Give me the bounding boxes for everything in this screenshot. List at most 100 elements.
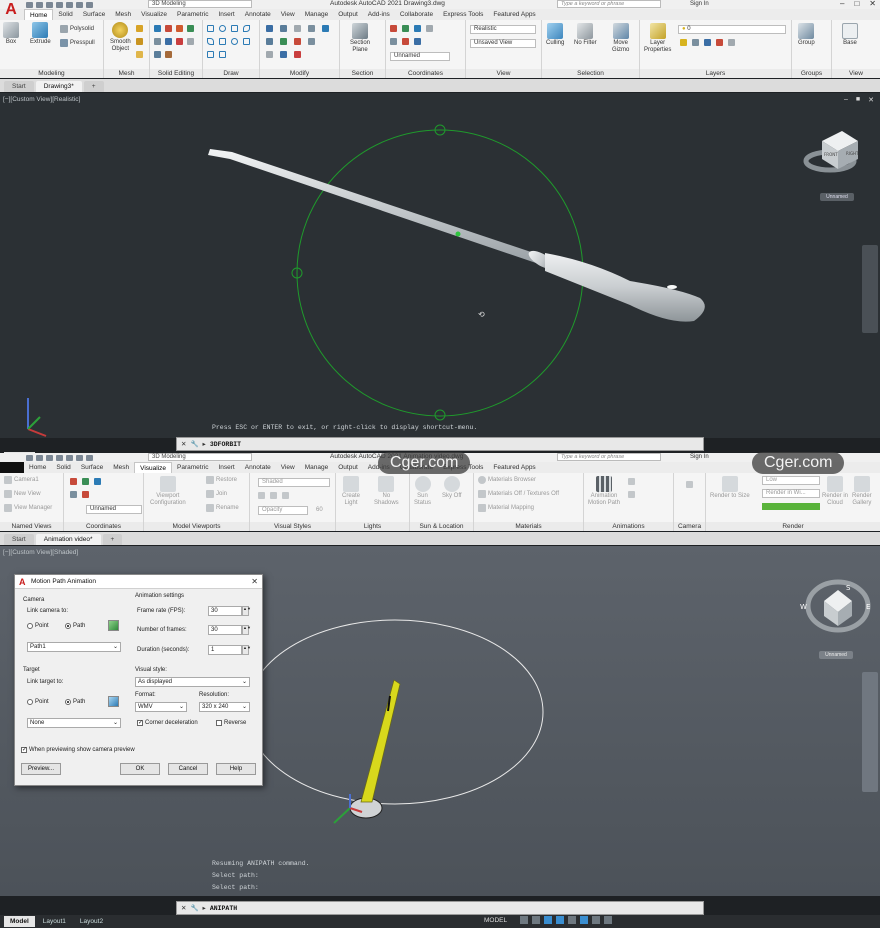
mesh-tool-icon[interactable] (136, 38, 143, 45)
workspace-dropdown[interactable]: 3D Modeling (148, 0, 252, 8)
autocad-logo-icon[interactable]: A (2, 0, 20, 20)
ucs-origin-icon[interactable] (402, 38, 409, 45)
tab-featured-apps[interactable]: Featured Apps (488, 462, 540, 473)
render-gallery-tool[interactable]: Render Gallery (852, 476, 872, 507)
resolution-select[interactable]: 320 x 240 ⌄ (199, 702, 250, 712)
frame-rate-input[interactable]: 30 (208, 606, 242, 616)
walk-icon[interactable] (628, 478, 635, 485)
layer-off-icon[interactable] (716, 39, 723, 46)
group-label-materials[interactable]: Materials (474, 522, 583, 531)
format-select[interactable]: WMV ⌄ (135, 702, 187, 712)
screwdriver-shaft[interactable] (208, 149, 540, 263)
ucs-icon[interactable] (390, 25, 397, 32)
align-icon[interactable] (294, 25, 301, 32)
stretch-icon[interactable] (266, 51, 273, 58)
new-tab-plus-icon[interactable]: + (83, 81, 104, 92)
group-label-section[interactable]: Section (340, 69, 385, 78)
group-label-draw[interactable]: Draw (203, 69, 259, 78)
tab-annotate[interactable]: Annotate (240, 9, 276, 20)
file-tab[interactable]: Start (4, 81, 34, 92)
fillet-edge-icon[interactable] (165, 51, 172, 58)
workspace-gear-icon[interactable] (604, 916, 612, 924)
shell-icon[interactable] (154, 51, 161, 58)
layer-dropdown[interactable]: ● 0 (678, 25, 786, 34)
render-quality-dropdown[interactable]: Low (762, 476, 820, 485)
layout-tab-layout1[interactable]: Layout1 (37, 916, 72, 927)
corner-deceleration-checkbox[interactable]: ✓ (137, 720, 143, 726)
ellipse-icon[interactable] (231, 38, 238, 45)
camera-object[interactable] (333, 679, 401, 824)
helix-icon[interactable] (219, 51, 226, 58)
tab-view[interactable]: View (276, 462, 300, 473)
camera-create-icon[interactable] (686, 481, 693, 488)
viewport-top[interactable]: [−][Custom View][Realistic] – ■ ✕ ⟲ FRON… (0, 93, 880, 438)
tab-mesh[interactable]: Mesh (110, 9, 136, 20)
circle-icon[interactable] (219, 25, 226, 32)
interfere-icon[interactable] (165, 38, 172, 45)
slice-icon[interactable] (187, 25, 194, 32)
new-icon[interactable] (26, 454, 33, 461)
command-settings-icon[interactable]: 🔧 (190, 440, 198, 448)
spline-icon[interactable] (219, 38, 226, 45)
ucs-world-icon[interactable] (402, 25, 409, 32)
animate-motion-path-tool[interactable]: Animation Motion Path (588, 476, 620, 507)
layer-isolate-icon[interactable] (692, 39, 699, 46)
ucs-x-icon[interactable] (414, 25, 421, 32)
command-close-icon[interactable]: ✕ (181, 440, 186, 448)
new-view-tool[interactable]: New View (4, 490, 41, 498)
target-pick-path-button[interactable] (108, 696, 119, 707)
visual-style-select[interactable]: As displayed ⌄ (135, 677, 250, 687)
presspull-tool[interactable]: Presspull (60, 39, 95, 47)
layer-properties-tool[interactable]: Layer Properties (644, 23, 671, 54)
tab-parametric[interactable]: Parametric (172, 462, 213, 473)
saved-view-dropdown[interactable]: Unsaved View (470, 39, 536, 48)
model-space-indicator[interactable]: MODEL (484, 917, 507, 924)
mirror-icon[interactable] (322, 25, 329, 32)
new-tab-plus-icon[interactable]: + (102, 534, 123, 545)
arc-icon[interactable] (243, 25, 250, 32)
navigation-bar[interactable] (862, 245, 878, 333)
sun-status-tool[interactable]: Sun Status (414, 476, 431, 507)
ucs-world-icon[interactable] (82, 478, 89, 485)
ucs-name-dropdown[interactable]: Unnamed (390, 52, 450, 61)
group-label-animations[interactable]: Animations (584, 522, 673, 531)
workspace-dropdown[interactable]: 3D Modeling (148, 453, 252, 461)
orbit-handle-bottom[interactable] (434, 409, 446, 421)
snap-icon[interactable] (532, 916, 540, 924)
smooth-object-tool[interactable]: Smooth Object (110, 22, 131, 53)
render-to-size-tool[interactable]: Render to Size (710, 476, 750, 500)
group-label-named-views[interactable]: Named Views (0, 522, 63, 531)
orbit-circle[interactable] (296, 129, 584, 417)
group-label-modify[interactable]: Modify (260, 69, 339, 78)
scale-icon[interactable] (308, 38, 315, 45)
sky-off-tool[interactable]: Sky Off (442, 476, 462, 500)
base-view-tool[interactable]: Base (842, 23, 858, 47)
polar-icon[interactable] (556, 916, 564, 924)
tab-featured-apps[interactable]: Featured Apps (488, 9, 540, 20)
group-label-visual-styles[interactable]: Visual Styles (250, 522, 335, 531)
dialog-close-icon[interactable]: ✕ (251, 577, 258, 586)
navigation-bar[interactable] (862, 672, 878, 792)
hatch-icon[interactable] (243, 38, 250, 45)
extrude-tool[interactable]: Extrude (30, 22, 51, 46)
array-icon[interactable] (308, 25, 315, 32)
tab-home[interactable]: Home (24, 462, 51, 473)
group-tool[interactable]: Group (798, 23, 815, 47)
num-frames-spinner[interactable]: ▲▼ (242, 625, 251, 635)
maximize-icon[interactable]: □ (854, 0, 859, 8)
print-icon[interactable] (66, 1, 73, 8)
viewport-bottom[interactable]: [−][Custom View][Shaded] S W E Unnamed R… (0, 546, 880, 896)
create-light-tool[interactable]: Create Light (342, 476, 360, 507)
num-frames-input[interactable]: 30 (208, 625, 242, 635)
command-recent-icon[interactable]: ▸ (203, 904, 206, 912)
group-label-groups[interactable]: Groups (792, 69, 831, 78)
osnap-icon[interactable] (568, 916, 576, 924)
intersect-icon[interactable] (176, 25, 183, 32)
viewport-configuration-tool[interactable]: Viewport Configuration (150, 476, 186, 507)
frame-rate-spinner[interactable]: ▲▼ (242, 606, 251, 616)
duration-input[interactable]: 1 (208, 645, 242, 655)
search-input[interactable]: Type a keyword or phrase (557, 453, 661, 461)
layer-lock-icon[interactable] (728, 39, 735, 46)
search-input[interactable]: Type a keyword or phrase (557, 0, 661, 8)
join-tool[interactable]: Join (206, 490, 227, 498)
